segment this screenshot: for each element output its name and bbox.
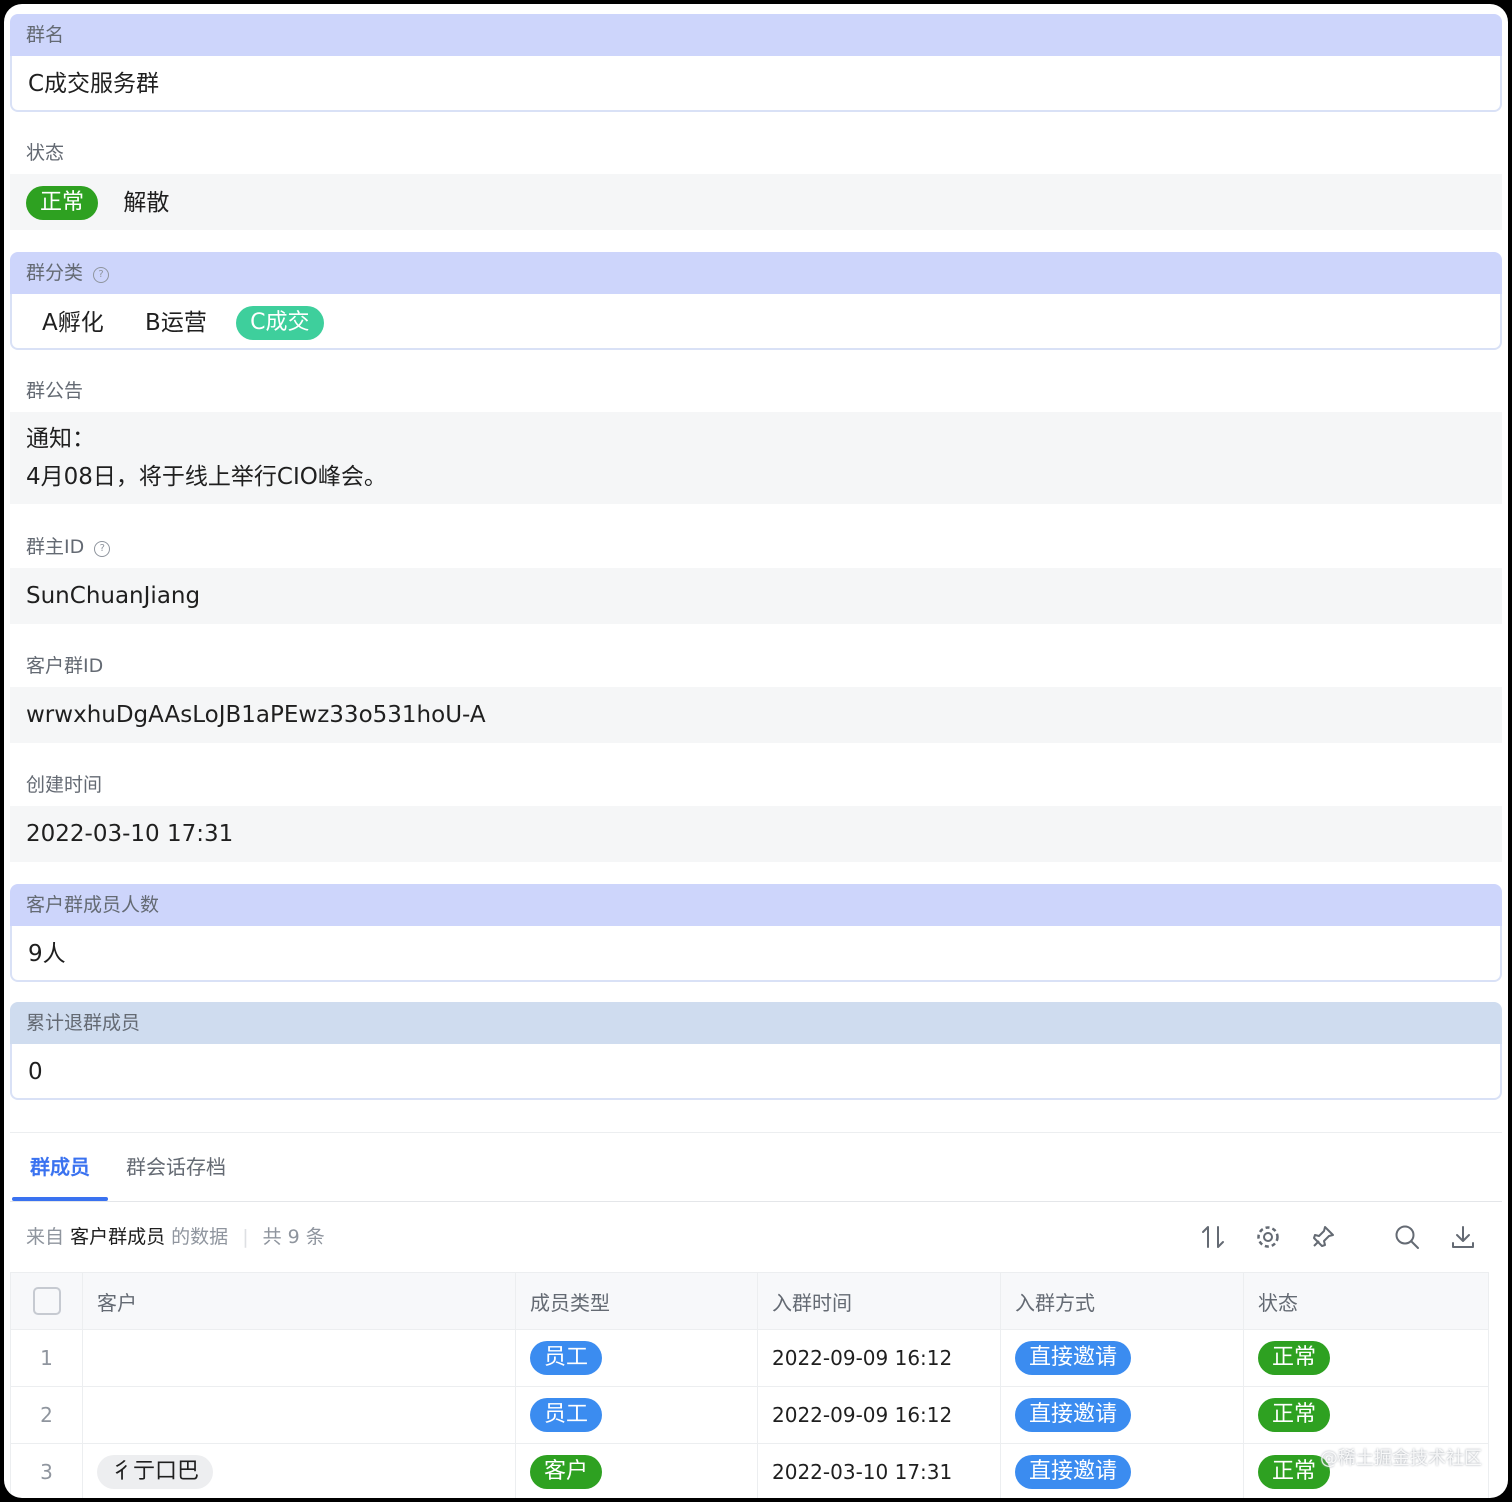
data-source-info: 来自 客户群成员 的数据 | 共 9 条 [26,1226,325,1248]
status-field: 正常 解散 [10,174,1502,230]
sort-icon[interactable] [1200,1224,1226,1250]
category-label-text: 群分类 [26,262,84,284]
join-method-cell: 直接邀请 [1000,1443,1244,1498]
member-type-cell: 员工 [515,1386,758,1444]
join-method-tag: 直接邀请 [1015,1455,1132,1489]
notice-line-2: 4月08日，将于线上举行CIO峰会。 [26,464,387,490]
customer-chip[interactable]: 彳亍口巴 [97,1455,214,1489]
column-header-member-type[interactable]: 成员类型 [515,1272,758,1330]
data-source-prefix: 来自 [26,1226,65,1248]
field-label-group-id: 客户群ID [26,655,104,677]
left-count-field[interactable]: 0 [10,1044,1502,1100]
status-cell: 正常 [1243,1386,1489,1444]
help-icon[interactable]: ? [93,267,110,283]
row-index: 1 [10,1329,83,1387]
field-label-status: 状态 [26,142,65,164]
column-header-join-method[interactable]: 入群方式 [1000,1272,1244,1330]
category-option-a[interactable]: A孵化 [42,295,104,351]
field-label-group-name: 群名 [10,14,1502,56]
data-source-suffix: 的数据 [171,1226,229,1248]
tab-chat-archive[interactable]: 群会话存档 [126,1133,226,1201]
member-type-tag: 员工 [530,1341,603,1375]
created-time-field: 2022-03-10 17:31 [10,806,1502,862]
join-time-cell: 2022-09-09 16:12 [757,1386,1001,1444]
tab-members[interactable]: 群成员 [30,1133,90,1201]
group-id-field: wrwxhuDgAAsLoJB1aPEwz33o531hoU-A [10,687,1502,743]
status-tag: 正常 [1258,1398,1331,1432]
category-field: A孵化 B运营 C成交 [10,294,1502,350]
help-icon[interactable]: ? [94,541,111,557]
join-time-cell: 2022-09-09 16:12 [757,1329,1001,1387]
status-option-normal[interactable]: 正常 [26,185,99,220]
customer-cell[interactable] [82,1329,516,1387]
row-index: 2 [10,1386,83,1444]
field-label-member-count: 客户群成员人数 [10,884,1502,926]
join-method-cell: 直接邀请 [1000,1329,1244,1387]
status-tag: 正常 [1258,1341,1331,1375]
members-table: 客户 成员类型 入群时间 入群方式 状态 1 员工 2022-09-09 16:… [10,1272,1489,1498]
tab-bar: 群成员 群会话存档 [10,1132,1502,1202]
table-row[interactable]: 3 彳亍口巴 客户 2022-03-10 17:31 直接邀请 正常 [10,1443,1489,1498]
owner-label-text: 群主ID [26,536,85,558]
join-method-cell: 直接邀请 [1000,1386,1244,1444]
join-method-tag: 直接邀请 [1015,1398,1132,1432]
gear-icon[interactable] [1255,1224,1281,1250]
category-option-c[interactable]: C成交 [236,305,324,340]
field-label-notice: 群公告 [26,380,84,402]
column-header-customer[interactable]: 客户 [82,1272,516,1330]
field-label-category: 群分类? [10,252,1502,294]
record-count: 共 9 条 [262,1226,325,1248]
member-type-tag: 客户 [530,1455,603,1489]
data-source-link[interactable]: 客户群成员 [70,1226,165,1248]
field-label-owner: 群主ID? [10,526,1502,568]
column-header-status[interactable]: 状态 [1243,1272,1489,1330]
status-cell: 正常 [1243,1329,1489,1387]
record-detail-panel: 群名 C成交服务群 状态 正常 解散 群分类? A孵化 B运营 C成交 群公告 … [4,4,1508,1498]
status-option-dissolved[interactable]: 解散 [123,175,169,231]
category-option-b[interactable]: B运营 [145,295,207,351]
member-type-tag: 员工 [530,1398,603,1432]
select-all-cell [10,1272,83,1330]
join-time-cell: 2022-03-10 17:31 [757,1443,1001,1498]
owner-id-field: SunChuanJiang [10,568,1502,624]
search-icon[interactable] [1394,1224,1420,1250]
notice-field: 通知： 4月08日，将于线上举行CIO峰会。 [10,412,1502,504]
watermark: @稀土掘金技术社区 [1320,1448,1482,1469]
select-all-checkbox[interactable] [32,1287,61,1315]
pin-icon[interactable] [1310,1224,1336,1250]
notice-line-1: 通知： [26,426,95,452]
table-row[interactable]: 2 员工 2022-09-09 16:12 直接邀请 正常 [10,1386,1489,1444]
table-row[interactable]: 1 员工 2022-09-09 16:12 直接邀请 正常 [10,1329,1489,1387]
field-label-created: 创建时间 [26,774,103,796]
table-header-row: 客户 成员类型 入群时间 入群方式 状态 [10,1272,1489,1330]
column-header-join-time[interactable]: 入群时间 [757,1272,1001,1330]
member-count-field[interactable]: 9人 [10,926,1502,982]
field-label-left-count: 累计退群成员 [10,1002,1502,1044]
member-type-cell: 客户 [515,1443,758,1498]
customer-cell[interactable] [82,1386,516,1444]
member-type-cell: 员工 [515,1329,758,1387]
table-toolbar: 来自 客户群成员 的数据 | 共 9 条 [10,1202,1502,1272]
active-tab-indicator [12,1197,108,1201]
join-method-tag: 直接邀请 [1015,1341,1132,1375]
customer-cell[interactable]: 彳亍口巴 [82,1443,516,1498]
download-icon[interactable] [1450,1224,1476,1250]
group-name-field[interactable]: C成交服务群 [10,56,1502,112]
row-index: 3 [10,1443,83,1498]
